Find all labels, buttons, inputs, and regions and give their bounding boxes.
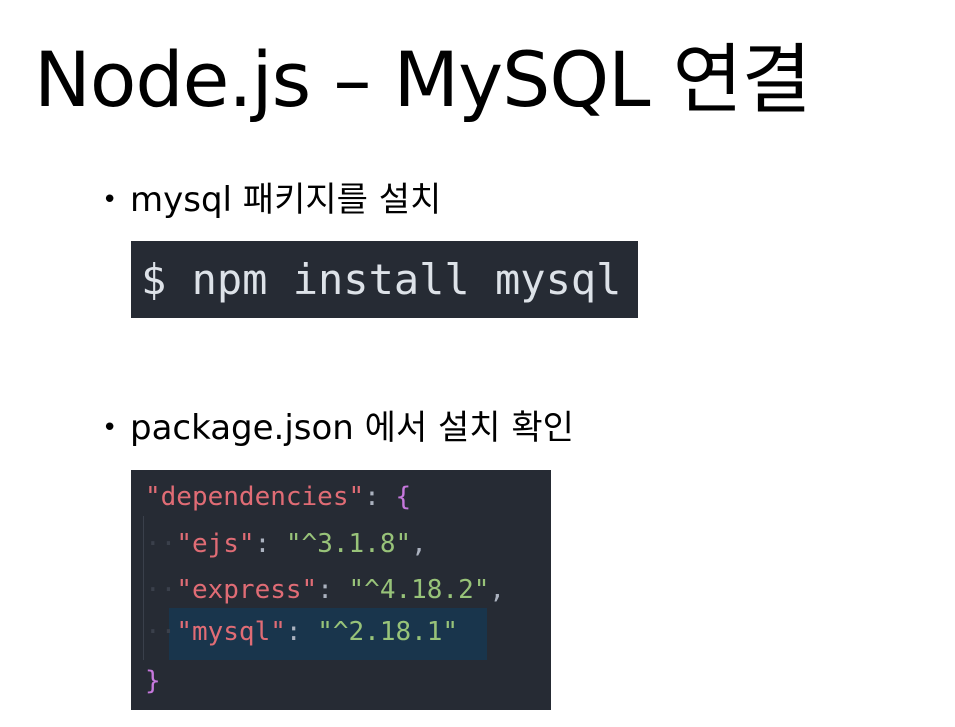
dependency-key: "express"	[176, 575, 318, 605]
dependency-version: "^3.1.8"	[285, 529, 412, 559]
slide-title: Node.js – MySQL 연결	[34, 35, 811, 124]
terminal-command-block: $ npm install mysql	[131, 241, 638, 318]
dependencies-key: "dependencies"	[145, 482, 365, 512]
dependency-version: "^2.18.1"	[317, 617, 459, 647]
dependencies-close-line: }	[145, 658, 161, 704]
bullet-marker: •	[102, 413, 118, 443]
package-json-snippet: "dependencies": { ··"ejs": "^3.1.8", ··"…	[131, 470, 551, 710]
bullet-marker: •	[102, 185, 118, 215]
comma: ,	[489, 575, 506, 605]
indent-dots: ··	[145, 575, 177, 605]
colon: :	[285, 617, 318, 647]
npm-install-command: $ npm install mysql	[141, 255, 622, 304]
bullet-install-mysql: • mysql 패키지를 설치	[102, 178, 441, 222]
dependency-key: "ejs"	[176, 529, 255, 559]
colon: :	[254, 529, 286, 559]
colon: :	[317, 575, 349, 605]
dependency-key: "mysql"	[176, 617, 286, 647]
comma: ,	[411, 529, 427, 559]
dependency-line-express: ··"express": "^4.18.2",	[145, 567, 505, 613]
bullet-check-package-json: • package.json 에서 설치 확인	[102, 406, 574, 450]
dependency-line-mysql: ··"mysql": "^2.18.1"	[145, 609, 458, 655]
dependency-line-ejs: ··"ejs": "^3.1.8",	[145, 521, 427, 567]
bullet-text: package.json 에서 설치 확인	[130, 408, 574, 448]
close-brace: }	[145, 666, 161, 696]
indent-guide	[143, 516, 144, 660]
bullet-text: mysql 패키지를 설치	[130, 180, 442, 220]
indent-dots: ··	[145, 617, 177, 647]
open-brace: {	[395, 482, 412, 512]
indent-dots: ··	[145, 529, 177, 559]
dependency-version: "^4.18.2"	[348, 575, 490, 605]
colon: :	[364, 482, 396, 512]
dependencies-open-line: "dependencies": {	[145, 474, 411, 520]
